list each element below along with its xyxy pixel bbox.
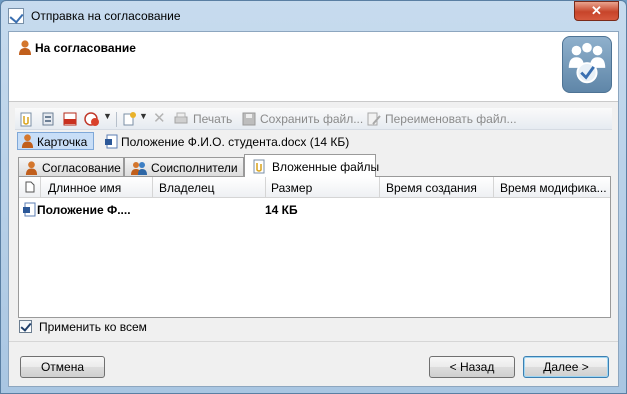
column-header-name[interactable]: Длинное имя: [41, 177, 153, 198]
back-button[interactable]: < Назад: [429, 356, 515, 378]
column-header-modified[interactable]: Время модифика...: [494, 177, 607, 198]
rename-icon[interactable]: [366, 111, 382, 127]
next-button[interactable]: Далее >: [523, 356, 609, 378]
pdf-icon[interactable]: [62, 111, 78, 127]
apply-all-option[interactable]: Применить ко всем: [19, 318, 219, 336]
tab-label: Согласование: [42, 161, 121, 175]
app-icon: [8, 8, 24, 24]
apply-all-label: Применить ко всем: [39, 320, 147, 334]
rename-file-button[interactable]: Переименовать файл...: [385, 112, 517, 126]
save-icon[interactable]: [241, 111, 257, 127]
stamp-icon[interactable]: [84, 111, 100, 127]
chevron-down-icon[interactable]: ▼: [103, 111, 112, 121]
close-button[interactable]: ✕: [574, 1, 619, 21]
column-header-type[interactable]: [19, 177, 41, 198]
word-document-icon: [23, 202, 36, 217]
dialog-window: Отправка на согласование ✕ На согласован…: [0, 0, 627, 394]
approval-wizard-icon: [562, 36, 612, 93]
file-name: Положение Ф....: [37, 203, 131, 217]
table-row[interactable]: Положение Ф.... 14 КБ: [19, 200, 610, 220]
card-label: Карточка: [37, 135, 88, 149]
scanner-icon[interactable]: [40, 111, 56, 127]
person-icon: [19, 40, 31, 55]
chevron-down-icon[interactable]: ▼: [139, 111, 148, 121]
attach-icon[interactable]: [18, 111, 34, 127]
card-button[interactable]: Карточка: [17, 132, 94, 150]
delete-icon[interactable]: ✕: [153, 109, 166, 127]
save-file-button[interactable]: Сохранить файл...: [260, 112, 363, 126]
tab-co-executors[interactable]: Соисполнители: [124, 157, 244, 176]
dialog-footer: Отмена < Назад Далее >: [9, 341, 618, 386]
toolbar: ▼ ▼ ✕ Печать Сохранить файл... Переимено…: [15, 108, 612, 130]
file-icon: [25, 181, 35, 193]
tab-label: Вложенные файлы: [272, 160, 380, 174]
print-icon[interactable]: [173, 111, 189, 127]
apply-all-checkbox[interactable]: [19, 320, 32, 333]
attached-files-panel: Длинное имя Владелец Размер Время создан…: [18, 176, 611, 318]
person-icon: [25, 161, 38, 175]
attach-icon: [253, 159, 265, 174]
word-document-icon: [105, 134, 118, 149]
file-size: 14 КБ: [265, 203, 298, 217]
toolbar-separator: [116, 112, 117, 127]
title-bar[interactable]: Отправка на согласование ✕: [1, 1, 626, 31]
tab-label: Соисполнители: [151, 161, 238, 175]
wizard-header: На согласование: [9, 32, 618, 102]
person-icon: [21, 134, 34, 148]
window-title: Отправка на согласование: [31, 9, 181, 23]
cancel-button[interactable]: Отмена: [20, 356, 105, 378]
column-header-owner[interactable]: Владелец: [153, 177, 266, 198]
column-header-created[interactable]: Время создания: [380, 177, 494, 198]
card-row: Карточка Положение Ф.И.О. студента.docx …: [17, 131, 612, 151]
tab-attached-files[interactable]: Вложенные файлы: [244, 154, 380, 177]
print-button[interactable]: Печать: [193, 112, 232, 126]
people-icon: [131, 162, 147, 175]
dialog-client-area: На согласование ▼ ▼ ✕ Печать Сохранить ф…: [8, 31, 619, 387]
document-label[interactable]: Положение Ф.И.О. студента.docx (14 КБ): [121, 135, 349, 149]
column-header-size[interactable]: Размер: [266, 177, 380, 198]
page-title: На согласование: [35, 41, 136, 55]
files-table-header: Длинное имя Владелец Размер Время создан…: [19, 177, 610, 198]
tab-strip: Согласование Соисполнители Вложенные фай…: [18, 154, 618, 177]
new-document-icon[interactable]: [121, 111, 137, 127]
tab-approval[interactable]: Согласование: [18, 157, 124, 176]
